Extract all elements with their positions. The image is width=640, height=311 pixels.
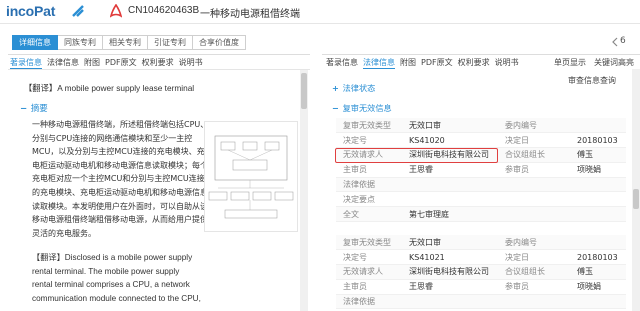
requester-highlight <box>335 148 498 163</box>
tab-value[interactable]: 合享价值度 <box>193 35 246 50</box>
right-scrollbar[interactable] <box>632 69 640 311</box>
page-indicator: 6 <box>620 36 626 46</box>
single-page-link[interactable]: 单页显示 <box>554 57 586 68</box>
review-query-link[interactable]: 审查信息查询 <box>568 75 616 86</box>
document-title: 一种移动电源租借终端 <box>200 9 300 20</box>
tab-related[interactable]: 相关专利 <box>103 35 148 50</box>
left-nav-bibliographic[interactable]: 著录信息 <box>10 57 42 69</box>
keyword-highlight-link[interactable]: 关键词高亮 <box>594 57 634 68</box>
left-nav-description[interactable]: 说明书 <box>179 57 203 69</box>
right-nav-figures[interactable]: 附图 <box>400 57 416 69</box>
app-logo[interactable]: incoPat <box>6 3 55 19</box>
table-row: 全文 第七审理庭 <box>336 206 626 223</box>
left-subnav: 著录信息 法律信息 附图 PDF原文 权利要求 说明书 <box>10 57 203 69</box>
right-nav-description[interactable]: 说明书 <box>495 57 519 69</box>
invalidation-table-1: 复审无效类型 无效口审 委内编号 决定号 KS41020 决定日 20180103 无效请… <box>336 118 626 223</box>
table-row: 复审无效类型 无效口审 委内编号 <box>336 118 626 134</box>
table-row: 法律依据 <box>336 294 626 310</box>
right-nav-claims[interactable]: 权利要求 <box>458 57 490 69</box>
invalidation-table-2: 复审无效类型 无效口审 委内编号 决定号 KS41021 决定日 20180103 无效请… <box>336 235 626 310</box>
left-nav-claims[interactable]: 权利要求 <box>142 57 174 69</box>
left-nav-pdf[interactable]: PDF原文 <box>105 57 137 69</box>
table-row: 主审员 王思睿 参审员 项晓娟 <box>336 279 626 295</box>
publication-number: CN104620463B <box>128 5 200 16</box>
table-row: 主审员 王思睿 参审员 项晓娟 <box>336 162 626 178</box>
app-header: incoPat CN104620463B 一种移动电源租借终端 <box>0 0 640 24</box>
tab-details[interactable]: 详细信息 <box>12 35 58 50</box>
right-nav-pdf[interactable]: PDF原文 <box>421 57 453 69</box>
table-row: 复审无效类型 无效口审 委内编号 <box>336 235 626 251</box>
detail-tabs: 详细信息 同族专利 相关专利 引证专利 合享价值度 <box>12 35 246 50</box>
right-nav-legal[interactable]: 法律信息 <box>363 57 395 69</box>
abstract-heading[interactable]: − 摘要 <box>20 102 48 114</box>
left-scrollbar[interactable] <box>300 70 308 311</box>
legal-status-section[interactable]: + 法律状态 <box>332 82 375 94</box>
view-options: 单页显示 关键词高亮 <box>554 57 634 68</box>
title-translation: 【翻译】A mobile power supply lease terminal <box>24 83 195 93</box>
chevron-left-icon[interactable] <box>612 37 618 47</box>
abstract-figure[interactable] <box>204 121 298 232</box>
right-panel: 著录信息 法律信息 附图 PDF原文 权利要求 说明书 单页显示 关键词高亮 审… <box>322 54 640 311</box>
logo-mark-icon <box>72 5 84 17</box>
invalidation-section[interactable]: − 复审无效信息 <box>332 102 392 114</box>
right-subnav: 著录信息 法律信息 附图 PDF原文 权利要求 说明书 <box>326 57 519 69</box>
left-nav-figures[interactable]: 附图 <box>84 57 100 69</box>
right-nav-bibliographic[interactable]: 著录信息 <box>326 57 358 69</box>
tab-family[interactable]: 同族专利 <box>58 35 103 50</box>
tab-citations[interactable]: 引证专利 <box>148 35 193 50</box>
table-row: 决定号 KS41021 决定日 20180103 <box>336 249 626 266</box>
left-nav-legal[interactable]: 法律信息 <box>47 57 79 69</box>
table-row: 决定号 KS41020 决定日 20180103 <box>336 132 626 149</box>
abstract-translation: 【翻译】Disclosed is a mobile power supply r… <box>32 253 201 303</box>
left-panel: 著录信息 法律信息 附图 PDF原文 权利要求 说明书 【翻译】A mobile… <box>8 54 310 311</box>
table-row: 法律依据 <box>336 177 626 193</box>
abstract-text: 一种移动电源租借终端，所述租借终端包括CPU、 分别与CPU连接的网络通信模块和… <box>32 120 209 238</box>
table-row: 决定要点 <box>336 191 626 208</box>
table-row: 无效请求人 深圳街电科技有限公司 合议组组长 傅玉 <box>336 264 626 280</box>
pdf-icon[interactable] <box>110 4 122 18</box>
